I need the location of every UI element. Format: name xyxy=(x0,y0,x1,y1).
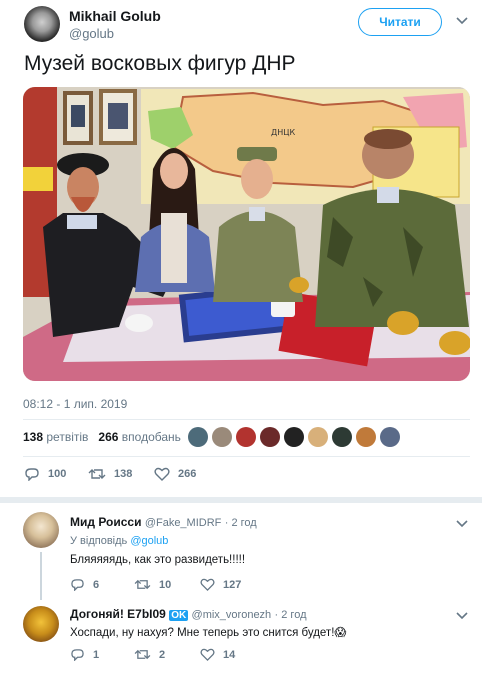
reply-count: 1 xyxy=(93,648,100,661)
reply-author-name[interactable]: Догоняй! E7bI09 xyxy=(70,607,166,621)
liker-avatars xyxy=(188,427,400,447)
reply-button[interactable]: 1 xyxy=(70,648,99,661)
liker-avatar[interactable] xyxy=(212,427,232,447)
reply-button[interactable]: 100 xyxy=(24,467,66,481)
tweet-stats: 138 ретвітів 266 вподобань xyxy=(23,430,181,444)
reply-author-name[interactable]: Мид Роисси xyxy=(70,515,141,529)
map-city-label: ДНЦК xyxy=(271,128,295,137)
divider xyxy=(0,497,482,503)
retweet-button[interactable]: 2 xyxy=(134,648,165,661)
thread-line xyxy=(40,552,42,600)
retweet-button[interactable]: 138 xyxy=(88,467,132,481)
liker-avatar[interactable] xyxy=(356,427,376,447)
divider xyxy=(23,419,470,420)
reply-to-line: У відповідь @golub xyxy=(70,535,168,547)
author-handle[interactable]: @golub xyxy=(69,26,114,41)
retweet-count: 2 xyxy=(159,648,166,661)
liker-avatar[interactable] xyxy=(380,427,400,447)
tweet-text: Музей восковых фигур ДНР xyxy=(24,52,296,75)
follow-button[interactable]: Читати xyxy=(358,8,442,36)
ok-badge: OK xyxy=(169,610,189,621)
author-name[interactable]: Mikhail Golub xyxy=(69,8,161,24)
likes-label[interactable]: вподобань xyxy=(122,430,181,444)
retweet-count: 10 xyxy=(159,578,172,591)
retweet-icon xyxy=(134,579,151,590)
like-count: 14 xyxy=(223,648,236,661)
reply-text: Хоспади, ну нахуя? Мне теперь это снится… xyxy=(70,627,347,639)
chevron-down-icon[interactable] xyxy=(456,609,468,623)
divider xyxy=(23,456,470,457)
reply-time[interactable]: · 2 год xyxy=(225,517,257,529)
chevron-down-icon[interactable] xyxy=(456,517,468,531)
reply-button[interactable]: 6 xyxy=(70,578,99,591)
liker-avatar[interactable] xyxy=(332,427,352,447)
likes-count[interactable]: 266 xyxy=(98,430,118,444)
liker-avatar[interactable] xyxy=(284,427,304,447)
reply-icon xyxy=(25,468,39,481)
reply-to-handle[interactable]: @golub xyxy=(130,535,168,547)
retweets-count[interactable]: 138 xyxy=(23,430,43,444)
retweet-count: 138 xyxy=(114,468,133,480)
reply-avatar[interactable] xyxy=(23,512,59,548)
reply-author-handle[interactable]: @mix_voronezh xyxy=(192,609,272,621)
liker-avatar[interactable] xyxy=(188,427,208,447)
heart-icon xyxy=(200,578,215,591)
chevron-down-icon[interactable] xyxy=(456,14,468,28)
liker-avatar[interactable] xyxy=(236,427,256,447)
wax-museum-photo: ДНЦК xyxy=(23,87,470,381)
reply-time[interactable]: · 2 год xyxy=(275,609,307,621)
heart-icon xyxy=(200,648,215,661)
reply-count: 6 xyxy=(93,578,100,591)
tweet-image[interactable]: ДНЦК xyxy=(23,87,470,381)
like-count: 127 xyxy=(223,578,242,591)
reply-header: Мид Роисси @Fake_MIDRF · 2 год xyxy=(70,515,257,529)
like-button[interactable]: 127 xyxy=(200,578,241,591)
reply-count: 100 xyxy=(48,468,67,480)
reply-text: Бляяяяядь, как это развидеть!!!!! xyxy=(70,554,246,566)
author-avatar[interactable] xyxy=(24,6,60,42)
reply-author-handle[interactable]: @Fake_MIDRF xyxy=(145,517,222,529)
tweet-timestamp[interactable]: 08:12 - 1 лип. 2019 xyxy=(23,397,127,411)
reply-to-prefix: У відповідь xyxy=(70,535,128,547)
like-button[interactable]: 266 xyxy=(154,467,196,481)
reply-avatar[interactable] xyxy=(23,606,59,642)
reply-header: Догоняй! E7bI09 OK @mix_voronezh · 2 год xyxy=(70,607,307,621)
like-count: 266 xyxy=(178,468,197,480)
liker-avatar[interactable] xyxy=(260,427,280,447)
retweets-label[interactable]: ретвітів xyxy=(46,430,88,444)
reply-icon xyxy=(71,579,84,591)
like-button[interactable]: 14 xyxy=(200,648,235,661)
retweet-icon xyxy=(134,649,151,660)
retweet-icon xyxy=(88,469,106,479)
heart-icon xyxy=(154,467,170,481)
liker-avatar[interactable] xyxy=(308,427,328,447)
reply-icon xyxy=(71,649,84,661)
retweet-button[interactable]: 10 xyxy=(134,578,171,591)
